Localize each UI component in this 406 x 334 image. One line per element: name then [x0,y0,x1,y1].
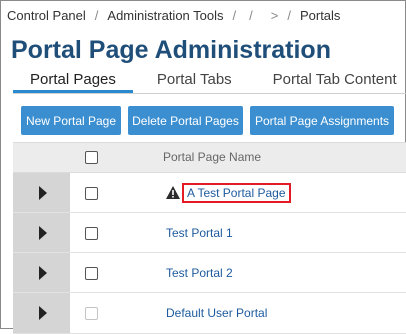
breadcrumb-separator: / [94,8,99,23]
breadcrumb-separator: / [287,8,291,23]
breadcrumb-separator: / [249,8,253,23]
row-checkbox-disabled [85,307,98,320]
row-checkbox[interactable] [85,266,98,280]
portal-page-link[interactable]: Default User Portal [166,306,267,320]
row-expander[interactable] [13,213,70,252]
portal-pages-grid: Portal Page Name A Test Portal Page Test… [13,142,406,334]
page-title: Portal Page Administration [11,36,331,64]
table-row: A Test Portal Page [13,173,406,213]
breadcrumb: Control Panel / Administration Tools / /… [1,1,405,30]
table-row: Default User Portal [13,293,406,334]
toolbar: New Portal Page Delete Portal Pages Port… [21,106,394,135]
caret-right-icon [39,265,47,280]
breadcrumb-portals[interactable]: Portals [300,8,340,23]
tab-portal-tabs[interactable]: Portal Tabs [133,67,249,93]
delete-portal-pages-button[interactable]: Delete Portal Pages [128,106,243,135]
grid-header-row: Portal Page Name [13,142,406,173]
row-expander[interactable] [13,173,70,212]
table-row: Test Portal 1 [13,213,406,253]
breadcrumb-separator: / [232,8,237,23]
portal-page-link[interactable]: Test Portal 1 [166,226,233,240]
portal-page-assignments-button[interactable]: Portal Page Assignments [250,106,394,135]
portal-page-link[interactable]: Test Portal 2 [166,266,233,280]
breadcrumb-chevron: > [270,8,279,23]
portal-page-link[interactable]: A Test Portal Page [182,182,291,203]
select-all-checkbox[interactable] [85,151,98,164]
row-checkbox[interactable] [85,226,98,240]
caret-right-icon [39,306,47,320]
column-header-portal-page-name[interactable]: Portal Page Name [163,150,261,164]
table-row: Test Portal 2 [13,253,406,293]
breadcrumb-admin-tools[interactable]: Administration Tools [107,8,223,23]
row-expander[interactable] [13,253,70,292]
new-portal-page-button[interactable]: New Portal Page [21,106,121,135]
tab-portal-tab-content[interactable]: Portal Tab Content [249,67,406,93]
caret-right-icon [39,225,47,240]
breadcrumb-control-panel[interactable]: Control Panel [7,8,86,23]
tab-portal-pages[interactable]: Portal Pages [13,67,133,93]
tab-bar: Portal Pages Portal Tabs Portal Tab Cont… [13,67,406,94]
row-expander[interactable] [13,293,70,333]
row-checkbox[interactable] [85,186,98,200]
warning-triangle-icon [166,185,180,199]
caret-right-icon [39,185,47,200]
